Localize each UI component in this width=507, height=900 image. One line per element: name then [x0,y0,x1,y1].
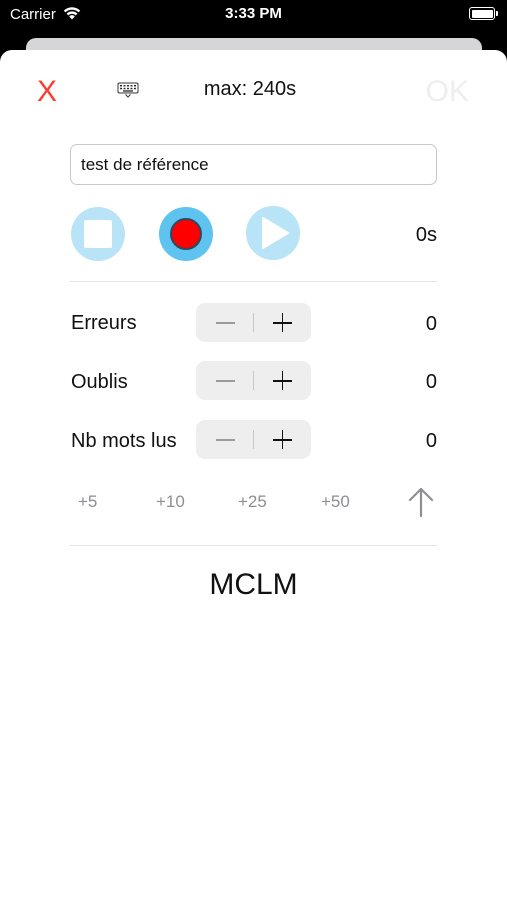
errors-stepper [196,303,311,342]
errors-decrement-button[interactable] [196,303,253,342]
status-bar: Carrier 3:33 PM [0,0,507,30]
add-50-button[interactable]: +50 [321,492,350,512]
ok-button[interactable]: OK [426,75,469,109]
play-button[interactable] [246,206,300,260]
add-5-button[interactable]: +5 [78,492,97,512]
arrow-up-icon[interactable] [407,486,435,518]
max-duration-label: max: 240s [203,78,297,100]
divider [70,281,437,282]
words-read-decrement-button[interactable] [196,420,253,459]
errors-increment-button[interactable] [254,303,311,342]
play-icon [262,217,289,249]
omissions-decrement-button[interactable] [196,361,253,400]
words-read-stepper [196,420,311,459]
close-button[interactable]: X [34,77,60,107]
words-read-increment-button[interactable] [254,420,311,459]
stop-button[interactable] [71,207,125,261]
recording-duration: 0s [415,224,437,246]
modal-sheet: X max: 240s OK 0s Erreurs 0 [0,50,507,900]
add-10-button[interactable]: +10 [156,492,185,512]
omissions-count: 0 [425,371,437,393]
add-25-button[interactable]: +25 [238,492,267,512]
record-button[interactable] [159,207,213,261]
omissions-stepper [196,361,311,400]
counter-label-errors: Erreurs [71,312,137,334]
clock: 3:33 PM [225,5,282,22]
divider [70,545,437,546]
stop-icon [84,220,112,248]
words-read-count: 0 [425,430,437,452]
keyboard-icon[interactable] [117,82,139,98]
record-icon [170,218,202,250]
counter-label-omissions: Oublis [71,371,128,393]
counter-label-words-read: Nb mots lus [71,430,177,452]
errors-count: 0 [425,313,437,335]
battery-icon [469,7,498,20]
test-type-title: MCLM [209,568,298,601]
omissions-increment-button[interactable] [254,361,311,400]
test-name-input[interactable] [70,144,437,185]
